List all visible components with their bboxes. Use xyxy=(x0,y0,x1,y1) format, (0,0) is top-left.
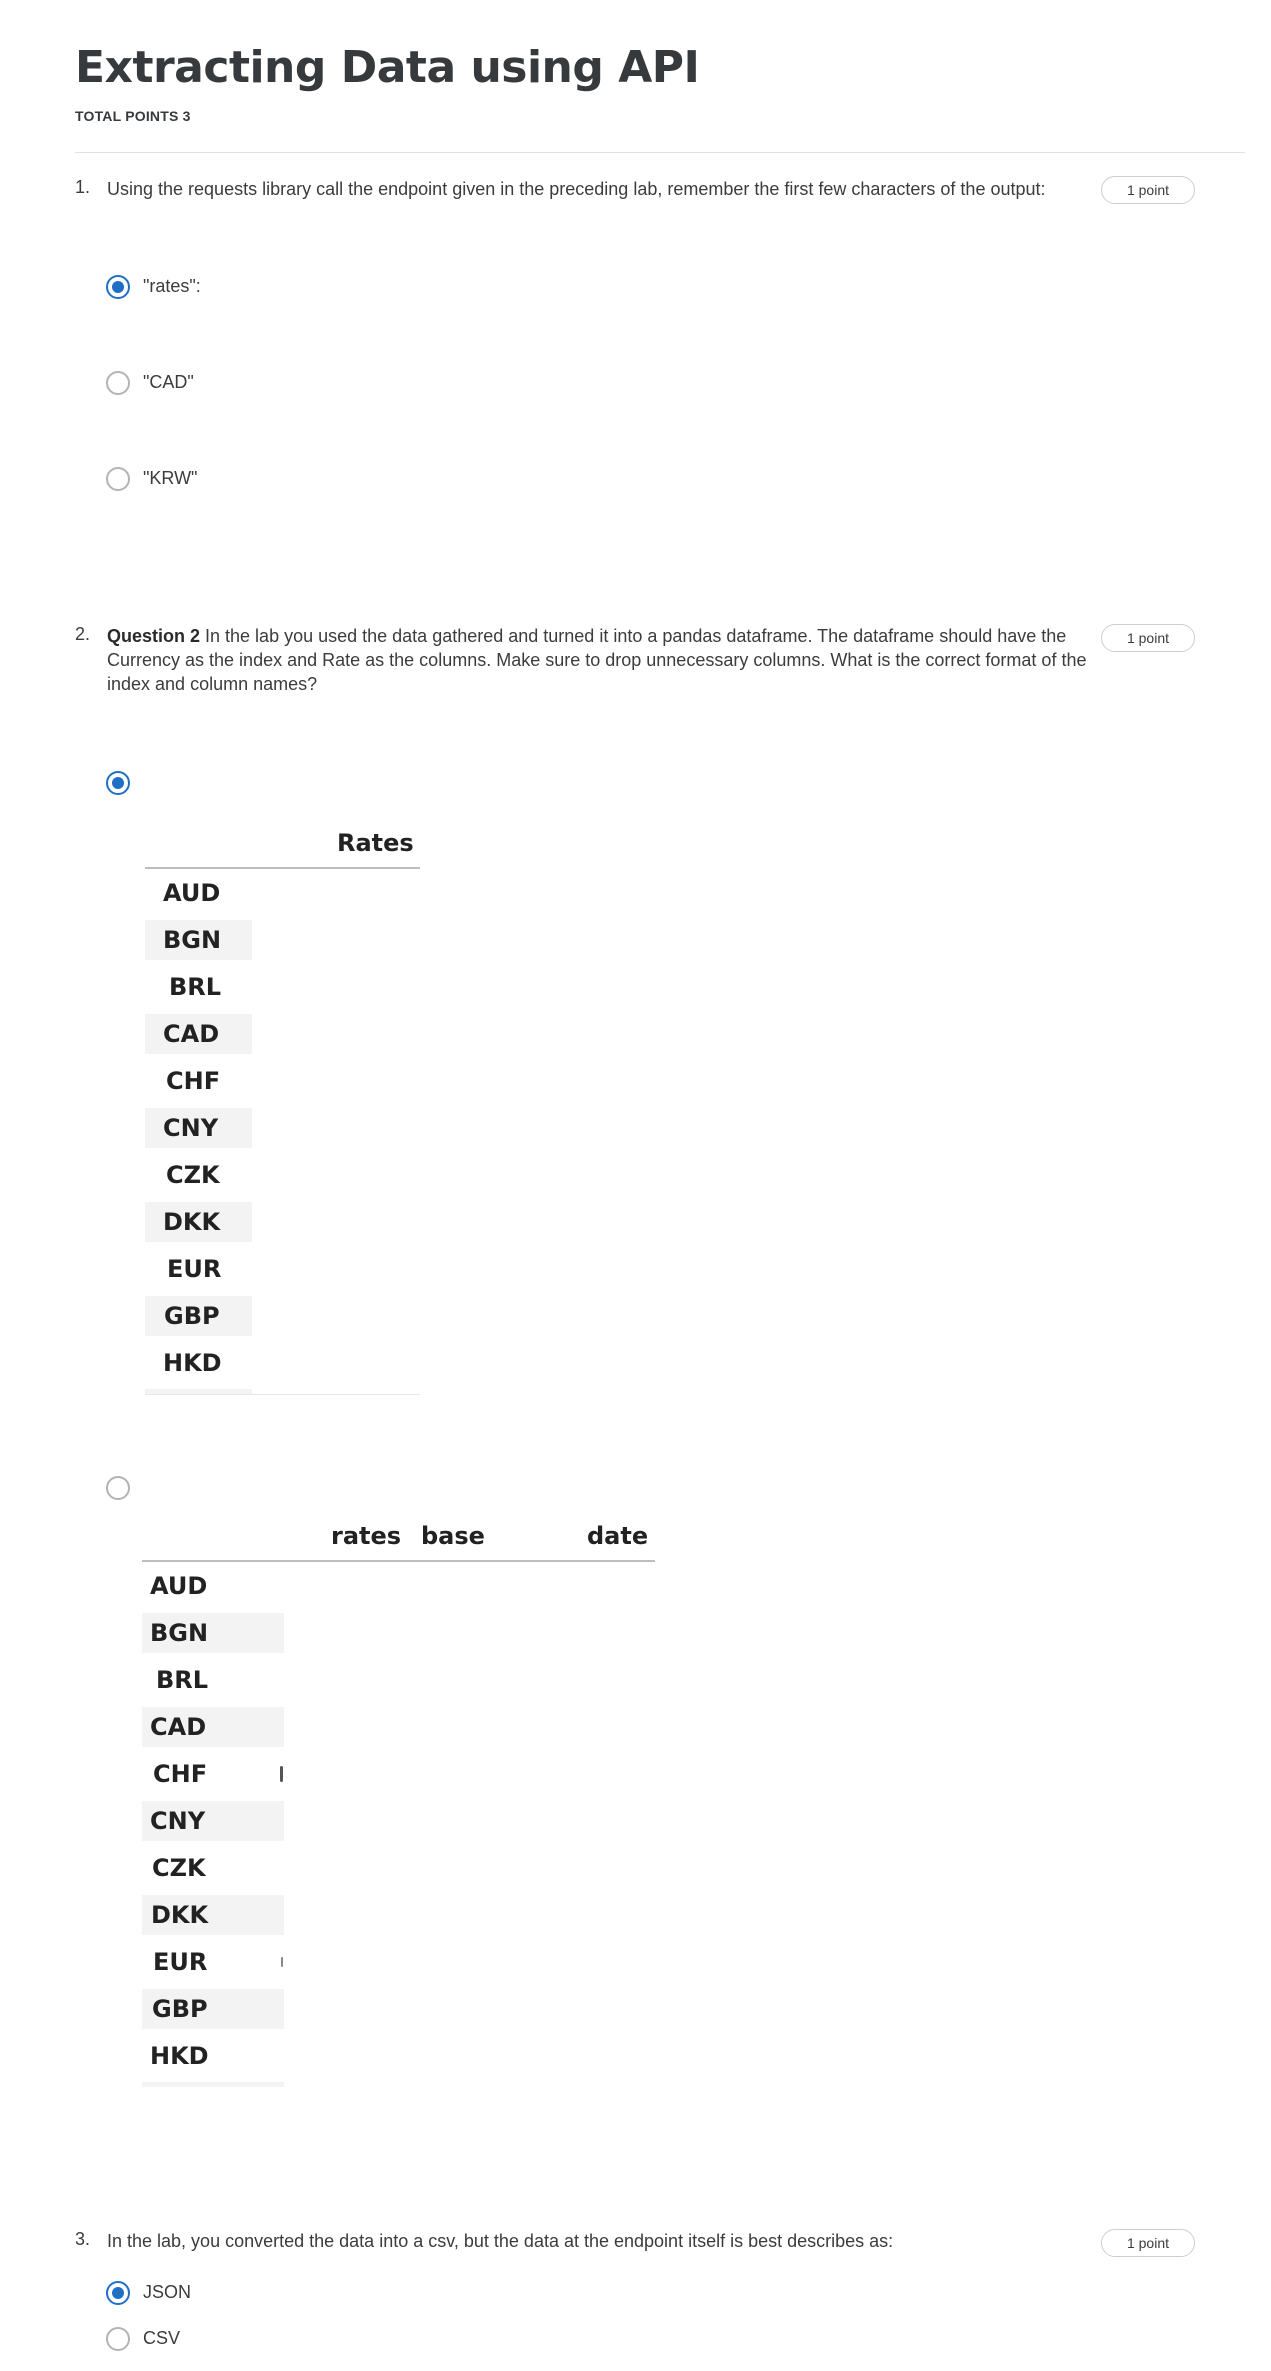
table-row: CHF xyxy=(142,1754,284,1794)
clipped-value-fragment xyxy=(280,1766,283,1782)
header-rule xyxy=(145,867,420,869)
index-label: CHF xyxy=(153,1760,208,1788)
points-badge: 1 point xyxy=(1101,2229,1195,2257)
question-number: 1. xyxy=(75,177,91,197)
total-points: TOTAL POINTS 3 xyxy=(75,108,191,124)
table-row: CZK xyxy=(142,1848,284,1888)
index-label: AUD xyxy=(150,1572,208,1600)
index-label: CNY xyxy=(163,1114,219,1142)
option-label: CSV xyxy=(143,2328,181,2348)
column-header: base xyxy=(421,1522,485,1550)
table-row: DKK xyxy=(142,1895,284,1935)
index-label: CZK xyxy=(166,1161,220,1189)
index-label: DKK xyxy=(163,1208,221,1236)
radio-button[interactable] xyxy=(106,1476,130,1500)
table-row: CAD xyxy=(142,1707,284,1747)
radio-button-selected[interactable] xyxy=(106,771,130,795)
table-row: CZK xyxy=(145,1155,252,1195)
radio-button-selected[interactable] xyxy=(106,275,130,299)
clipped-value-fragment xyxy=(281,1957,283,1967)
radio-button[interactable] xyxy=(106,467,130,491)
column-header: date xyxy=(587,1522,649,1550)
index-label: CAD xyxy=(163,1020,220,1048)
index-label: EUR xyxy=(167,1255,222,1283)
table-row: CHF xyxy=(145,1061,252,1101)
index-label: CHF xyxy=(166,1067,221,1095)
table-row: AUD xyxy=(142,1566,284,1606)
index-label: CZK xyxy=(152,1854,206,1882)
question-number: 3. xyxy=(75,2229,91,2249)
table-row: CAD xyxy=(145,1014,252,1054)
index-label: BGN xyxy=(150,1619,209,1647)
table-row: GBP xyxy=(145,1296,252,1336)
question-text: In the lab, you converted the data into … xyxy=(107,2231,894,2251)
index-label: GBP xyxy=(164,1302,220,1330)
table-row: GBP xyxy=(142,1989,284,2029)
index-label: AUD xyxy=(163,879,221,907)
index-label: GBP xyxy=(152,1995,208,2023)
radio-button[interactable] xyxy=(106,2327,130,2351)
points-badge: 1 point xyxy=(1101,624,1195,652)
table-row: AUD xyxy=(145,873,252,913)
bottom-rule xyxy=(145,1394,420,1395)
index-label: EUR xyxy=(153,1948,208,1976)
index-label: HKD xyxy=(163,1349,222,1377)
index-label: BRL xyxy=(169,973,222,1001)
option-label: "CAD" xyxy=(143,372,194,392)
column-header: rates xyxy=(331,1522,402,1550)
question-text: Question 2 In the lab you used the data … xyxy=(107,624,1097,696)
points-badge: 1 point xyxy=(1101,176,1195,204)
index-label: CAD xyxy=(150,1713,207,1741)
question-lead: Question 2 xyxy=(107,626,201,646)
index-label: DKK xyxy=(151,1901,209,1929)
table-row: EUR xyxy=(145,1249,252,1289)
table-row: HKD xyxy=(142,2036,284,2076)
index-label: HKD xyxy=(150,2042,209,2070)
table-row: BRL xyxy=(142,1660,284,1700)
question-number: 2. xyxy=(75,624,91,644)
question-body: In the lab you used the data gathered an… xyxy=(107,626,1087,694)
index-label: CNY xyxy=(150,1807,206,1835)
table-row: BGN xyxy=(145,920,252,960)
radio-button[interactable] xyxy=(106,371,130,395)
table-row: CNY xyxy=(145,1108,252,1148)
option-label: "rates": xyxy=(143,276,201,296)
index-label: BGN xyxy=(163,926,222,954)
column-header: Rates xyxy=(337,829,414,857)
option-label: JSON xyxy=(143,2282,192,2302)
radio-button-selected[interactable] xyxy=(106,2281,130,2305)
table-row-cut xyxy=(142,2082,284,2087)
table-row: BGN xyxy=(142,1613,284,1653)
table-row: BRL xyxy=(145,967,252,1007)
table-row: EUR xyxy=(142,1942,284,1982)
option-label: "KRW" xyxy=(143,468,198,488)
quiz-page: Extracting Data using API TOTAL POINTS 3… xyxy=(0,0,1271,2371)
quiz-title: Extracting Data using API xyxy=(75,42,700,93)
index-label: BRL xyxy=(156,1666,209,1694)
question-text: Using the requests library call the endp… xyxy=(107,179,1046,199)
table-row: CNY xyxy=(142,1801,284,1841)
table-row: DKK xyxy=(145,1202,252,1242)
table-row: HKD xyxy=(145,1343,252,1383)
header-rule xyxy=(142,1560,655,1562)
header-divider xyxy=(75,152,1245,153)
